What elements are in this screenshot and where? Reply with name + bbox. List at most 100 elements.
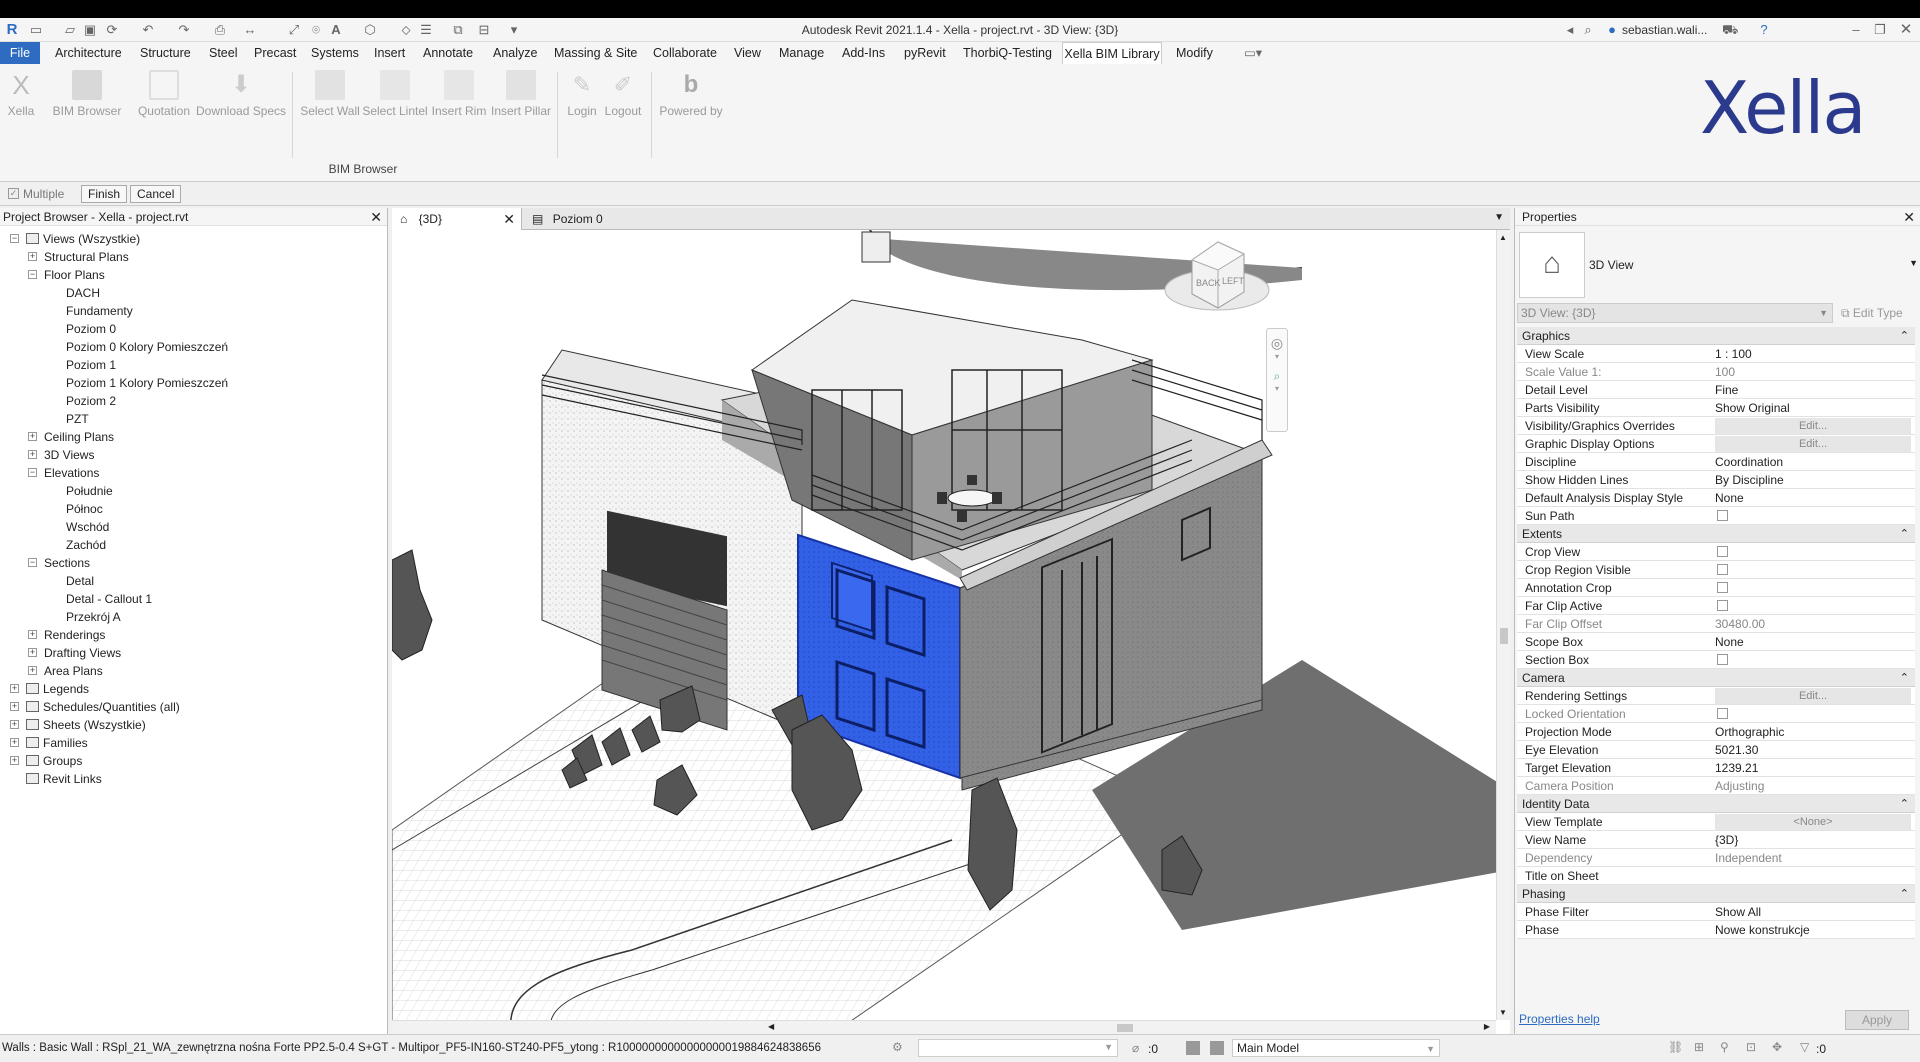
expand-icon[interactable]: + (10, 684, 19, 693)
customize-icon[interactable]: ▾ (506, 22, 522, 38)
bim-browser-button[interactable]: BIM Browser (52, 70, 122, 118)
close-hidden-icon[interactable]: ⧉ (450, 22, 466, 38)
tab-3d-view[interactable]: ⌂ {3D} ✕ (392, 208, 522, 230)
open-icon[interactable]: ▭ (28, 22, 44, 38)
tree-item[interactable]: − Elevations (28, 464, 99, 482)
scroll-left-icon[interactable]: ◀ (768, 1022, 774, 1031)
finish-button[interactable]: Finish (81, 185, 128, 203)
powered-by-button[interactable]: b Powered by (658, 70, 724, 118)
expand-icon[interactable]: + (28, 666, 37, 675)
property-checkbox[interactable] (1717, 546, 1728, 557)
tab-systems[interactable]: Systems (311, 42, 359, 64)
drag-select-icon[interactable]: ✥ (1772, 1040, 1782, 1054)
tree-item[interactable]: Poziom 0 Kolory Pomieszczeń (66, 338, 228, 356)
collapse-icon[interactable]: − (28, 558, 37, 567)
tab-architecture[interactable]: Architecture (55, 42, 122, 64)
expand-icon[interactable]: + (28, 252, 37, 261)
zoom-icon[interactable]: ⌕ (1267, 369, 1287, 384)
property-value[interactable]: Show All (1715, 905, 1761, 919)
tag-icon[interactable]: ⌾ (308, 22, 324, 38)
collapse-chevron-icon[interactable]: ⌃ (1900, 327, 1909, 345)
tree-item[interactable]: Poziom 1 (66, 356, 116, 374)
tab-pyrevit[interactable]: pyRevit (904, 42, 946, 64)
close-icon[interactable]: ✕ (1903, 208, 1915, 226)
design-options-icon[interactable] (1186, 1041, 1200, 1055)
select-wall-button[interactable]: Select Wall (298, 70, 362, 118)
properties-help-link[interactable]: Properties help (1519, 1012, 1600, 1026)
tree-item[interactable]: Wschód (66, 518, 109, 536)
revit-logo-icon[interactable]: R (4, 22, 20, 38)
property-checkbox[interactable] (1717, 708, 1728, 719)
property-value[interactable]: None (1715, 491, 1744, 505)
property-value[interactable]: Adjusting (1715, 779, 1764, 793)
help-icon[interactable]: ? (1756, 22, 1772, 38)
tab-collaborate[interactable]: Collaborate (653, 42, 717, 64)
selector-dropdown-icon[interactable]: ▼ (1819, 304, 1828, 322)
panel-toggle-icon[interactable]: ▭▾ (1244, 42, 1262, 64)
select-lintel-button[interactable]: Select Lintel (362, 70, 428, 118)
property-edit-button[interactable]: Edit... (1715, 688, 1911, 704)
download-specs-button[interactable]: ⬇ Download Specs (196, 70, 286, 118)
close-window-icon[interactable]: ✕ (1898, 22, 1914, 38)
property-value[interactable]: {3D} (1715, 833, 1738, 847)
cart-icon[interactable]: ⛟ (1722, 22, 1738, 38)
close-tab-icon[interactable]: ✕ (503, 208, 515, 230)
tab-massing-site[interactable]: Massing & Site (554, 42, 637, 64)
design-option-dropdown[interactable]: Main Model ▼ (1232, 1039, 1440, 1057)
expand-icon[interactable]: + (10, 702, 19, 711)
tree-item[interactable]: + Area Plans (28, 662, 103, 680)
tab-insert[interactable]: Insert (374, 42, 405, 64)
face-select-icon[interactable]: ⊡ (1746, 1040, 1756, 1054)
property-edit-button[interactable]: Edit... (1715, 436, 1911, 452)
collapse-chevron-icon[interactable]: ⌃ (1900, 525, 1909, 543)
vertical-scrollbar[interactable]: ▲ ▼ (1496, 230, 1510, 1020)
property-value[interactable]: 5021.30 (1715, 743, 1758, 757)
collapse-icon[interactable]: − (28, 270, 37, 279)
tab-analyze[interactable]: Analyze (493, 42, 537, 64)
type-dropdown-icon[interactable]: ▼ (1909, 258, 1918, 268)
tree-item[interactable]: DACH (66, 284, 100, 302)
collapse-icon[interactable]: − (10, 234, 19, 243)
tab-add-ins[interactable]: Add-Ins (842, 42, 885, 64)
tree-item[interactable]: Detal (66, 572, 94, 590)
pinned-select-icon[interactable]: ⚲ (1720, 1040, 1729, 1054)
print-icon[interactable]: ⎙ (212, 22, 228, 38)
tree-item[interactable]: Północ (66, 500, 103, 518)
underlay-select-icon[interactable]: ⊞ (1694, 1040, 1704, 1054)
expand-icon[interactable]: + (28, 432, 37, 441)
tree-item[interactable]: − Floor Plans (28, 266, 105, 284)
tab-manage[interactable]: Manage (779, 42, 824, 64)
thin-lines-icon[interactable]: ☰ (418, 22, 434, 38)
property-value[interactable]: Nowe konstrukcje (1715, 923, 1810, 937)
tab-thorbiq-testing[interactable]: ThorbiQ-Testing (963, 42, 1052, 64)
tree-item[interactable]: Poziom 2 (66, 392, 116, 410)
tree-item[interactable]: + Structural Plans (28, 248, 129, 266)
scroll-up-icon[interactable]: ▲ (1499, 233, 1507, 242)
section-icon[interactable]: ⬦ (398, 22, 414, 38)
property-checkbox[interactable] (1717, 654, 1728, 665)
multiple-checkbox[interactable]: ✓ (8, 188, 19, 199)
expand-icon[interactable]: + (10, 720, 19, 729)
cancel-button[interactable]: Cancel (130, 185, 182, 203)
insert-pillar-button[interactable]: Insert Pillar (490, 70, 552, 118)
tree-item[interactable]: Poziom 0 (66, 320, 116, 338)
tabs-menu-icon[interactable]: ▼ (1494, 212, 1504, 223)
tree-item[interactable]: + Renderings (28, 626, 105, 644)
tree-item[interactable]: Revit Links (26, 770, 102, 788)
property-checkbox[interactable] (1717, 600, 1728, 611)
user-icon[interactable]: ● (1604, 22, 1620, 38)
chevron-down-icon[interactable]: ▾ (1267, 384, 1287, 393)
tree-item[interactable]: Zachód (66, 536, 106, 554)
property-checkbox[interactable] (1717, 582, 1728, 593)
property-group-header[interactable]: Phasing ⌃ (1517, 885, 1915, 903)
link-select-icon[interactable]: ⛓ (1668, 1040, 1683, 1054)
property-checkbox[interactable] (1717, 564, 1728, 575)
property-group-header[interactable]: Camera ⌃ (1517, 669, 1915, 687)
tree-item[interactable]: + Groups (10, 752, 82, 770)
property-value[interactable]: Coordination (1715, 455, 1783, 469)
instance-selector[interactable]: 3D View: {3D} ▼ (1517, 303, 1833, 323)
text-icon[interactable]: A (328, 22, 344, 38)
navigation-bar[interactable]: ◎ ▾ ⌕ ▾ (1266, 328, 1288, 432)
tree-item[interactable]: PZT (66, 410, 89, 428)
design-options-icon-2[interactable] (1210, 1041, 1224, 1055)
